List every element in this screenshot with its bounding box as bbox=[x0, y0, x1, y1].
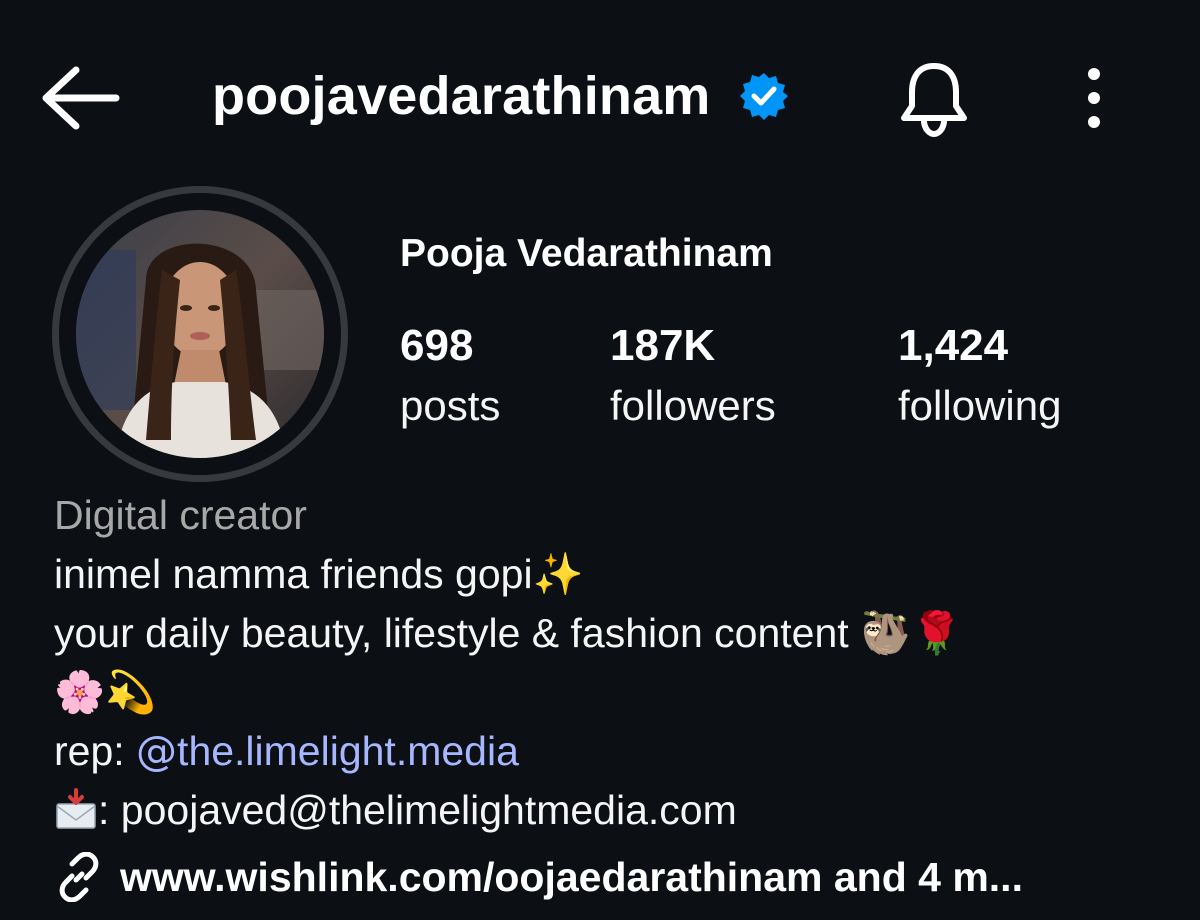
profile-header: poojavedarathinam bbox=[0, 0, 1200, 180]
notifications-button[interactable] bbox=[892, 56, 976, 140]
posts-count: 698 bbox=[400, 321, 474, 370]
back-button[interactable] bbox=[36, 58, 126, 138]
email-text: poojaved@thelimelightmedia.com bbox=[120, 787, 737, 833]
rep-handle: the.limelight.media bbox=[177, 728, 519, 774]
rep-mention-link[interactable]: @the.limelight.media bbox=[136, 727, 519, 775]
profile-link[interactable]: www.wishlink.com/oojaedarathinam and 4 m… bbox=[54, 852, 1023, 902]
profile-bio: Digital creator inimel namma friends gop… bbox=[54, 486, 1174, 840]
email-prefix: : bbox=[98, 787, 121, 833]
verified-badge-icon bbox=[739, 71, 789, 121]
following-label: following bbox=[898, 382, 1062, 429]
bio-email-line: : poojaved@thelimelightmedia.com bbox=[54, 781, 1174, 840]
username-row: poojavedarathinam bbox=[212, 60, 789, 132]
link-icon bbox=[59, 852, 99, 902]
rep-prefix: rep: bbox=[54, 728, 137, 774]
bio-line: your daily beauty, lifestyle & fashion c… bbox=[54, 610, 963, 656]
followers-stat[interactable]: 187K followers bbox=[610, 318, 776, 438]
bio-line: 🌸💫 bbox=[54, 669, 157, 715]
more-options-button[interactable] bbox=[1070, 60, 1118, 136]
profile-avatar[interactable] bbox=[76, 210, 324, 458]
more-vertical-icon bbox=[1088, 68, 1100, 128]
threads-icon: @ bbox=[136, 727, 178, 775]
envelope-arrow-icon bbox=[56, 788, 96, 829]
posts-stat[interactable]: 698 posts bbox=[400, 318, 500, 438]
posts-label: posts bbox=[400, 382, 501, 429]
bio-rep-line: rep: @the.limelight.media bbox=[54, 722, 1174, 781]
bio-line: inimel namma friends gopi✨ bbox=[54, 551, 584, 597]
profile-link-text: www.wishlink.com/oojaedarathinam and 4 m… bbox=[120, 853, 1023, 900]
profile-category: Digital creator bbox=[54, 492, 307, 538]
followers-count: 187K bbox=[610, 321, 716, 370]
arrow-left-icon bbox=[42, 66, 120, 130]
bell-icon bbox=[901, 63, 967, 138]
profile-username: poojavedarathinam bbox=[212, 66, 711, 126]
following-count: 1,424 bbox=[898, 321, 1009, 370]
followers-label: followers bbox=[610, 382, 776, 429]
following-stat[interactable]: 1,424 following bbox=[898, 318, 1061, 438]
profile-full-name: Pooja Vedarathinam bbox=[400, 232, 773, 275]
